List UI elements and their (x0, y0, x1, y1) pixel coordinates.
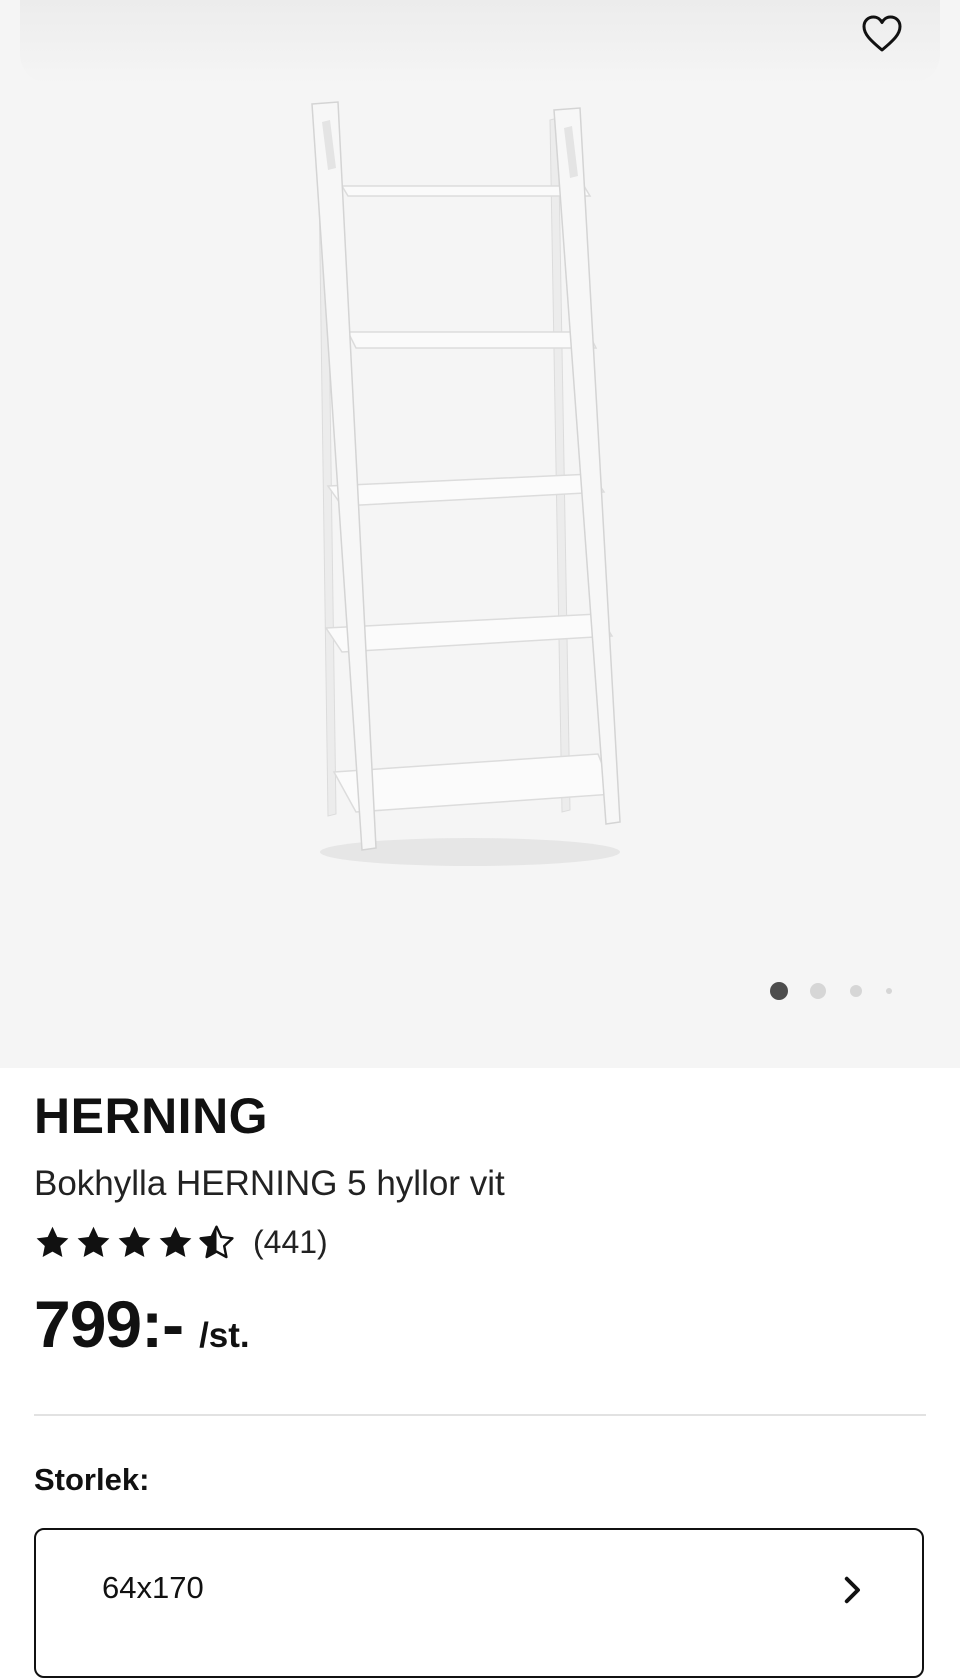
size-label: Storlek: (34, 1462, 150, 1497)
size-selector[interactable]: 64x170 (34, 1528, 924, 1678)
star-filled-icon (36, 1226, 69, 1257)
product-rating[interactable]: (441) (34, 1220, 328, 1264)
star-half-icon (199, 1225, 234, 1258)
product-price: 799:- /st. (34, 1284, 250, 1364)
carousel-pagination (760, 980, 900, 1002)
product-name: HERNING (34, 1088, 269, 1144)
star-filled-icon (77, 1226, 110, 1257)
size-selected-value: 64x170 (102, 1570, 204, 1605)
product-description: Bokhylla HERNING 5 hyllor vit (34, 1164, 505, 1203)
chevron-right-icon (844, 1576, 860, 1604)
carousel-dot[interactable] (886, 988, 892, 994)
product-image-gallery[interactable] (0, 0, 960, 1068)
review-count[interactable]: (441) (253, 1224, 328, 1261)
divider (34, 1414, 926, 1416)
rating-stars (34, 1224, 239, 1261)
wishlist-button[interactable] (858, 10, 906, 58)
price-amount: 799:- (34, 1287, 184, 1361)
product-image-bookshelf (311, 101, 621, 866)
carousel-dot[interactable] (810, 983, 826, 999)
price-unit: /st. (199, 1316, 250, 1355)
star-filled-icon (118, 1226, 151, 1257)
carousel-dot-active[interactable] (770, 982, 788, 1000)
carousel-dot[interactable] (850, 985, 862, 997)
star-filled-icon (159, 1226, 192, 1257)
gallery-top-shade (20, 0, 940, 84)
heart-outline-icon (862, 15, 902, 52)
